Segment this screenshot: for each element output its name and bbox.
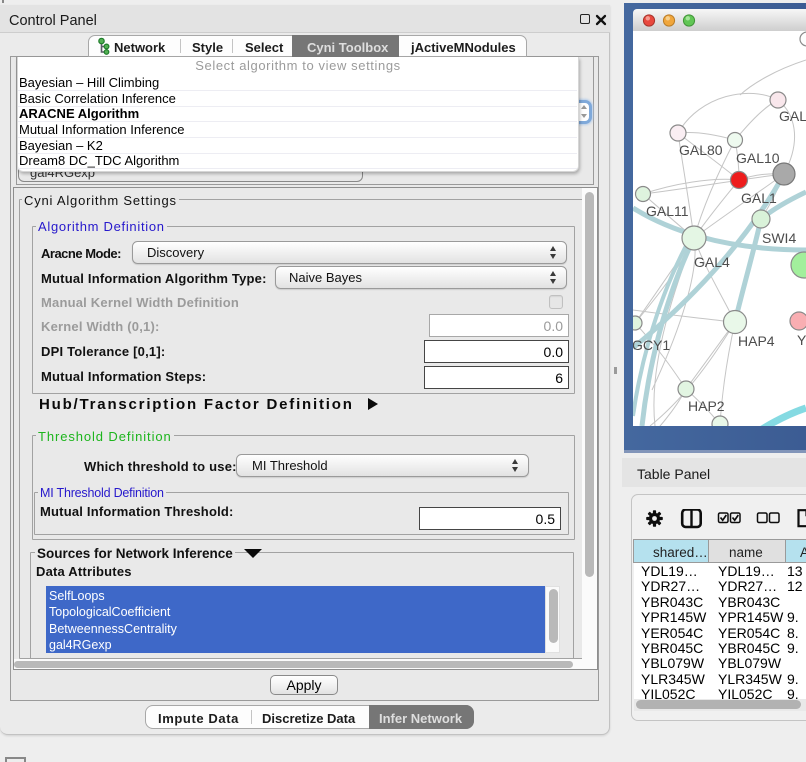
svg-text:GAL11: GAL11 <box>646 203 689 219</box>
svg-text:YM: YM <box>797 332 806 348</box>
svg-text:GAL10: GAL10 <box>736 150 780 166</box>
svg-text:HAP2: HAP2 <box>688 398 725 414</box>
svg-text:GAL7: GAL7 <box>779 108 806 124</box>
svg-text:GAL80: GAL80 <box>679 142 723 158</box>
svg-text:GAL4: GAL4 <box>694 254 730 270</box>
svg-text:SWI4: SWI4 <box>762 230 796 246</box>
svg-text:HAP4: HAP4 <box>738 333 775 349</box>
svg-text:GAL1: GAL1 <box>741 190 777 206</box>
svg-text:GCY1: GCY1 <box>633 337 670 353</box>
